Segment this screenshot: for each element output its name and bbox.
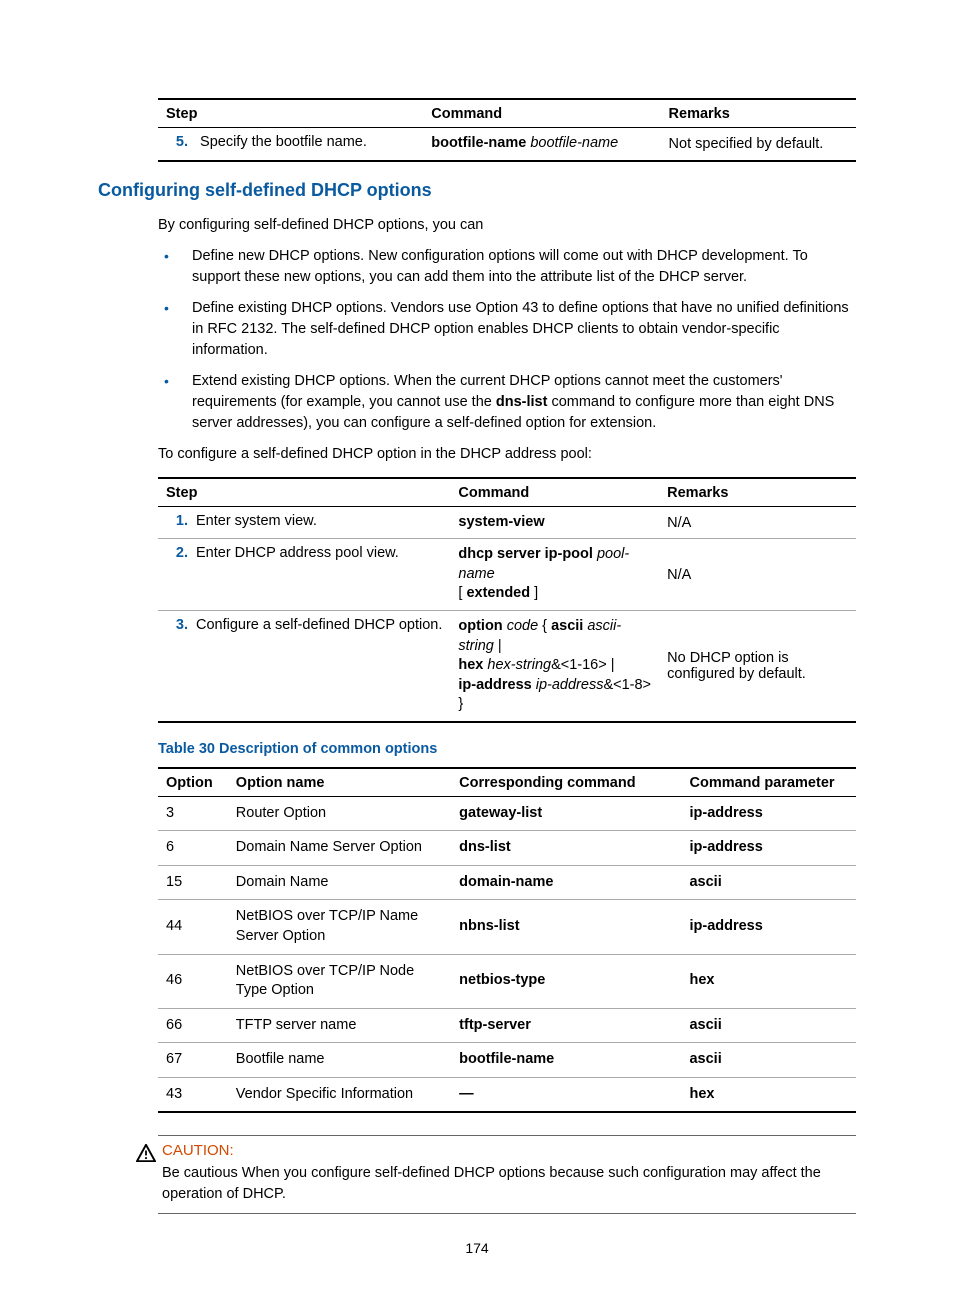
command-parameter-cell: ascii xyxy=(681,865,856,900)
remarks-cell: N/A xyxy=(659,506,856,539)
command-cell: system-view xyxy=(450,506,659,539)
col-corresponding-command: Corresponding command xyxy=(451,768,681,797)
option-name-cell: Domain Name xyxy=(228,865,451,900)
table-row: 43Vendor Specific Information—hex xyxy=(158,1077,856,1112)
table-row: 44NetBIOS over TCP/IP Name Server Option… xyxy=(158,900,856,954)
remarks-cell: N/A xyxy=(659,539,856,611)
options-table: Option Option name Corresponding command… xyxy=(158,767,856,1114)
option-name-cell: Domain Name Server Option xyxy=(228,831,451,866)
step-number: 1. xyxy=(166,513,196,529)
table-row: 6Domain Name Server Optiondns-listip-add… xyxy=(158,831,856,866)
col-command: Command xyxy=(423,99,660,128)
step-number: 5. xyxy=(166,134,196,150)
command-parameter-cell: hex xyxy=(681,1077,856,1112)
step-number: 2. xyxy=(166,545,196,561)
step-number: 3. xyxy=(166,617,196,633)
lead-text: To configure a self-defined DHCP option … xyxy=(158,444,856,465)
col-command: Command xyxy=(450,478,659,507)
option-cell: 15 xyxy=(158,865,228,900)
option-name-cell: NetBIOS over TCP/IP Node Type Option xyxy=(228,954,451,1008)
table-row: 3.Configure a self-defined DHCP option. … xyxy=(158,610,856,721)
corresponding-command-cell: gateway-list xyxy=(451,796,681,831)
intro-text: By configuring self-defined DHCP options… xyxy=(158,215,856,236)
bullet-list: Define new DHCP options. New configurati… xyxy=(158,246,856,434)
page-number: 174 xyxy=(0,1240,954,1256)
command-cell: dhcp server ip-pool pool-name [ extended… xyxy=(450,539,659,611)
option-name-cell: Bootfile name xyxy=(228,1043,451,1078)
step-description: Enter DHCP address pool view. xyxy=(196,545,399,561)
caution-icon xyxy=(100,1142,162,1166)
step-table-selfdefined: Step Command Remarks 1.Enter system view… xyxy=(158,477,856,723)
table-row: 67Bootfile namebootfile-nameascii xyxy=(158,1043,856,1078)
corresponding-command-cell: — xyxy=(451,1077,681,1112)
remarks-cell: Not specified by default. xyxy=(661,128,856,161)
step-description: Enter system view. xyxy=(196,513,317,529)
table-row: 2.Enter DHCP address pool view. dhcp ser… xyxy=(158,539,856,611)
list-item: Define new DHCP options. New configurati… xyxy=(158,246,856,288)
command-parameter-cell: ip-address xyxy=(681,831,856,866)
command-parameter-cell: ip-address xyxy=(681,796,856,831)
command-parameter-cell: ip-address xyxy=(681,900,856,954)
option-name-cell: TFTP server name xyxy=(228,1008,451,1043)
caution-text: Be cautious When you configure self-defi… xyxy=(162,1163,856,1205)
list-item: Define existing DHCP options. Vendors us… xyxy=(158,298,856,361)
command-parameter-cell: ascii xyxy=(681,1043,856,1078)
section-heading: Configuring self-defined DHCP options xyxy=(98,180,856,201)
table-caption: Table 30 Description of common options xyxy=(158,741,856,757)
corresponding-command-cell: tftp-server xyxy=(451,1008,681,1043)
command-parameter-cell: hex xyxy=(681,954,856,1008)
col-option: Option xyxy=(158,768,228,797)
table-row: 66TFTP server nametftp-serverascii xyxy=(158,1008,856,1043)
remarks-cell: No DHCP option is configured by default. xyxy=(659,610,856,721)
list-item: Extend existing DHCP options. When the c… xyxy=(158,371,856,434)
table-row: 46NetBIOS over TCP/IP Node Type Optionne… xyxy=(158,954,856,1008)
caution-block: CAUTION: Be cautious When you configure … xyxy=(158,1135,856,1214)
corresponding-command-cell: bootfile-name xyxy=(451,1043,681,1078)
table-header-row: Step Command Remarks xyxy=(158,99,856,128)
col-command-parameter: Command parameter xyxy=(681,768,856,797)
command-cell: option code { ascii ascii-string | hex h… xyxy=(450,610,659,721)
col-step: Step xyxy=(158,478,450,507)
caution-heading: CAUTION: xyxy=(162,1142,856,1159)
table-header-row: Option Option name Corresponding command… xyxy=(158,768,856,797)
command-parameter-cell: ascii xyxy=(681,1008,856,1043)
option-name-cell: Router Option xyxy=(228,796,451,831)
corresponding-command-cell: nbns-list xyxy=(451,900,681,954)
option-cell: 67 xyxy=(158,1043,228,1078)
step-description: Specify the bootfile name. xyxy=(200,134,367,150)
option-cell: 43 xyxy=(158,1077,228,1112)
corresponding-command-cell: dns-list xyxy=(451,831,681,866)
col-option-name: Option name xyxy=(228,768,451,797)
option-cell: 6 xyxy=(158,831,228,866)
step-table-bootfile: Step Command Remarks 5. Specify the boot… xyxy=(158,98,856,162)
option-name-cell: NetBIOS over TCP/IP Name Server Option xyxy=(228,900,451,954)
option-cell: 66 xyxy=(158,1008,228,1043)
col-remarks: Remarks xyxy=(661,99,856,128)
table-header-row: Step Command Remarks xyxy=(158,478,856,507)
corresponding-command-cell: netbios-type xyxy=(451,954,681,1008)
table-row: 5. Specify the bootfile name. bootfile-n… xyxy=(158,128,856,161)
option-cell: 3 xyxy=(158,796,228,831)
option-cell: 46 xyxy=(158,954,228,1008)
corresponding-command-cell: domain-name xyxy=(451,865,681,900)
col-step: Step xyxy=(158,99,423,128)
table-row: 15Domain Namedomain-nameascii xyxy=(158,865,856,900)
table-row: 3Router Optiongateway-listip-address xyxy=(158,796,856,831)
option-name-cell: Vendor Specific Information xyxy=(228,1077,451,1112)
col-remarks: Remarks xyxy=(659,478,856,507)
table-row: 1.Enter system view. system-view N/A xyxy=(158,506,856,539)
option-cell: 44 xyxy=(158,900,228,954)
command-cell: bootfile-name bootfile-name xyxy=(423,128,660,161)
step-description: Configure a self-defined DHCP option. xyxy=(196,617,442,633)
